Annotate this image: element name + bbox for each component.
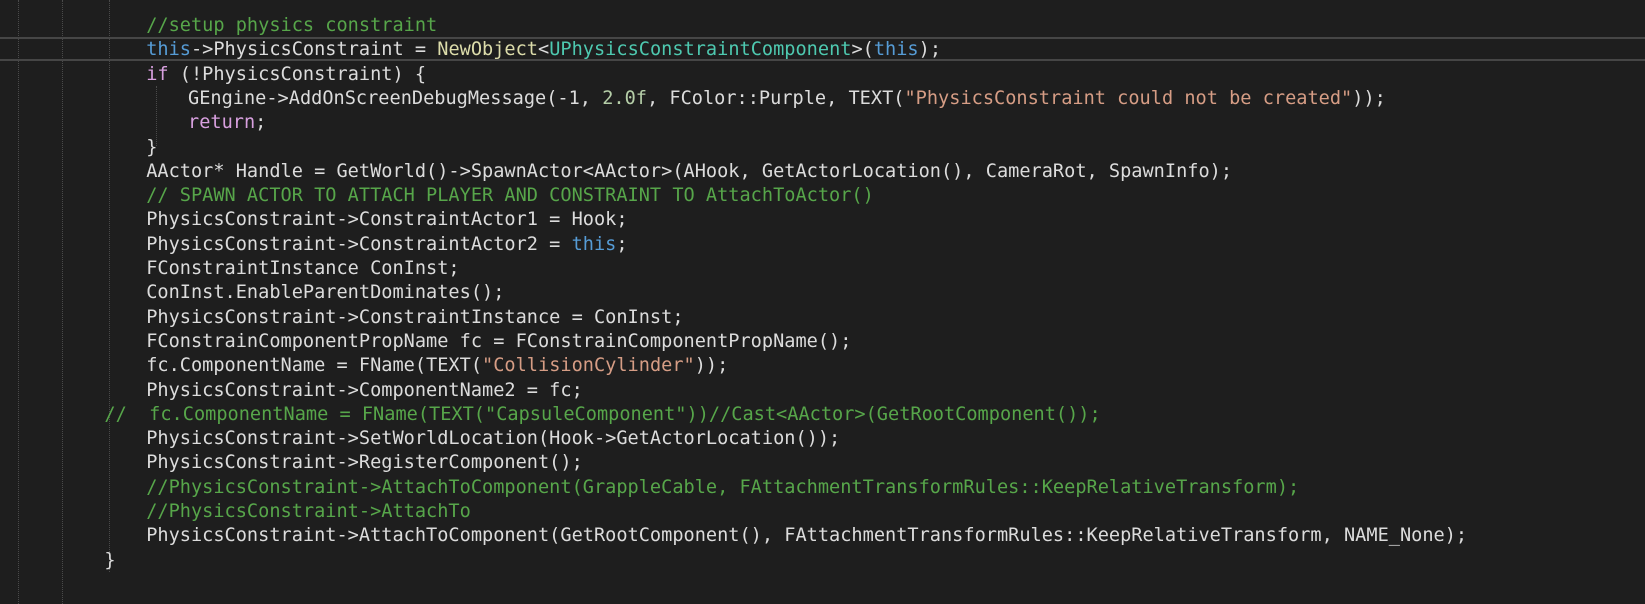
code-token: PhysicsConstraint->ComponentName2 = fc; [146, 379, 583, 401]
code-token: } [104, 549, 116, 571]
indent-guide [62, 0, 63, 604]
code-line[interactable]: // SPAWN ACTOR TO ATTACH PLAYER AND CONS… [146, 183, 874, 209]
code-token: this [873, 39, 919, 61]
code-token: //setup physics constraint [146, 15, 438, 36]
code-token: )); [694, 355, 729, 377]
code-token: FConstrainComponentPropName fc = FConstr… [146, 330, 852, 352]
code-line[interactable]: //setup physics constraint [146, 13, 437, 39]
code-token: this [146, 39, 191, 61]
code-token: if [146, 63, 169, 85]
code-token: 2.0f [602, 87, 647, 109]
code-token: ); [918, 39, 942, 61]
code-line[interactable]: PhysicsConstraint->ConstraintActor1 = Ho… [146, 207, 627, 233]
code-token: PhysicsConstraint->ConstraintActor1 = Ho… [146, 209, 628, 231]
code-token: (!PhysicsConstraint) { [168, 63, 427, 85]
code-token: "CollisionCylinder" [482, 355, 695, 377]
code-token: NewObject [437, 39, 538, 61]
code-token: )); [1352, 87, 1386, 109]
code-line[interactable]: PhysicsConstraint->RegisterComponent(); [146, 450, 583, 476]
code-token: UPhysicsConstraintComponent [549, 39, 852, 61]
code-line[interactable]: fc.ComponentName = FName(TEXT("Collision… [146, 353, 728, 379]
code-line[interactable]: GEngine->AddOnScreenDebugMessage(-1, 2.0… [188, 86, 1386, 112]
code-token: //PhysicsConstraint->AttachToComponent(G… [146, 476, 1300, 498]
code-line[interactable]: PhysicsConstraint->SetWorldLocation(Hook… [146, 426, 840, 452]
code-token: ; [616, 233, 628, 255]
code-token: return [188, 112, 256, 134]
code-token: "PhysicsConstraint could not be created" [904, 87, 1353, 109]
code-token: } [146, 136, 158, 158]
code-token: AActor* Handle = GetWorld()->SpawnActor<… [146, 160, 1233, 182]
code-line[interactable]: } [104, 548, 115, 574]
code-line[interactable]: //PhysicsConstraint->AttachTo [146, 499, 471, 525]
code-line[interactable]: PhysicsConstraint->ConstraintInstance = … [146, 305, 683, 331]
code-line[interactable]: AActor* Handle = GetWorld()->SpawnActor<… [146, 159, 1232, 185]
code-line[interactable]: PhysicsConstraint->ComponentName2 = fc; [146, 378, 583, 404]
code-line[interactable]: //PhysicsConstraint->AttachToComponent(G… [146, 475, 1299, 501]
code-line[interactable]: ConInst.EnableParentDominates(); [146, 280, 504, 306]
code-token: PhysicsConstraint->RegisterComponent(); [146, 452, 583, 474]
code-token: this [571, 233, 617, 255]
code-token: ConInst.EnableParentDominates(); [146, 282, 505, 304]
code-token: ->PhysicsConstraint = [190, 39, 438, 61]
code-line[interactable]: FConstrainComponentPropName fc = FConstr… [146, 329, 851, 355]
code-token: ; [255, 112, 267, 134]
code-token: //PhysicsConstraint->AttachTo [146, 501, 471, 522]
code-line[interactable]: this->PhysicsConstraint = NewObject<UPhy… [146, 37, 941, 63]
code-token: PhysicsConstraint->AttachToComponent(Get… [146, 525, 1468, 547]
indent-guide [109, 0, 110, 572]
code-line[interactable]: // fc.ComponentName = FName(TEXT("Capsul… [104, 402, 1100, 428]
code-token: FConstraintInstance ConInst; [146, 258, 460, 279]
code-token: PhysicsConstraint->ConstraintInstance = … [146, 306, 684, 328]
code-token: < [538, 39, 550, 61]
indent-guide [18, 0, 19, 604]
code-line[interactable]: return; [188, 110, 266, 136]
code-line[interactable]: } [146, 135, 157, 161]
code-line[interactable]: FConstraintInstance ConInst; [146, 256, 459, 282]
code-line[interactable]: if (!PhysicsConstraint) { [146, 62, 426, 88]
code-line[interactable]: PhysicsConstraint->ConstraintActor2 = th… [146, 232, 627, 258]
code-token: PhysicsConstraint->ConstraintActor2 = [146, 233, 572, 255]
code-token: , FColor::Purple, TEXT( [646, 87, 905, 109]
code-token: >( [851, 39, 874, 61]
code-token: GEngine->AddOnScreenDebugMessage(-1, [188, 87, 603, 109]
code-token: // SPAWN ACTOR TO ATTACH PLAYER AND CONS… [146, 185, 874, 207]
code-token: PhysicsConstraint->SetWorldLocation(Hook… [146, 428, 841, 450]
code-token: fc.ComponentName = FName(TEXT( [146, 355, 483, 377]
code-line[interactable]: PhysicsConstraint->AttachToComponent(Get… [146, 523, 1467, 549]
code-token: // fc.ComponentName = FName(TEXT("Capsul… [104, 403, 1101, 425]
code-editor[interactable]: //setup physics constraint this->PhysicsC… [0, 0, 1645, 604]
